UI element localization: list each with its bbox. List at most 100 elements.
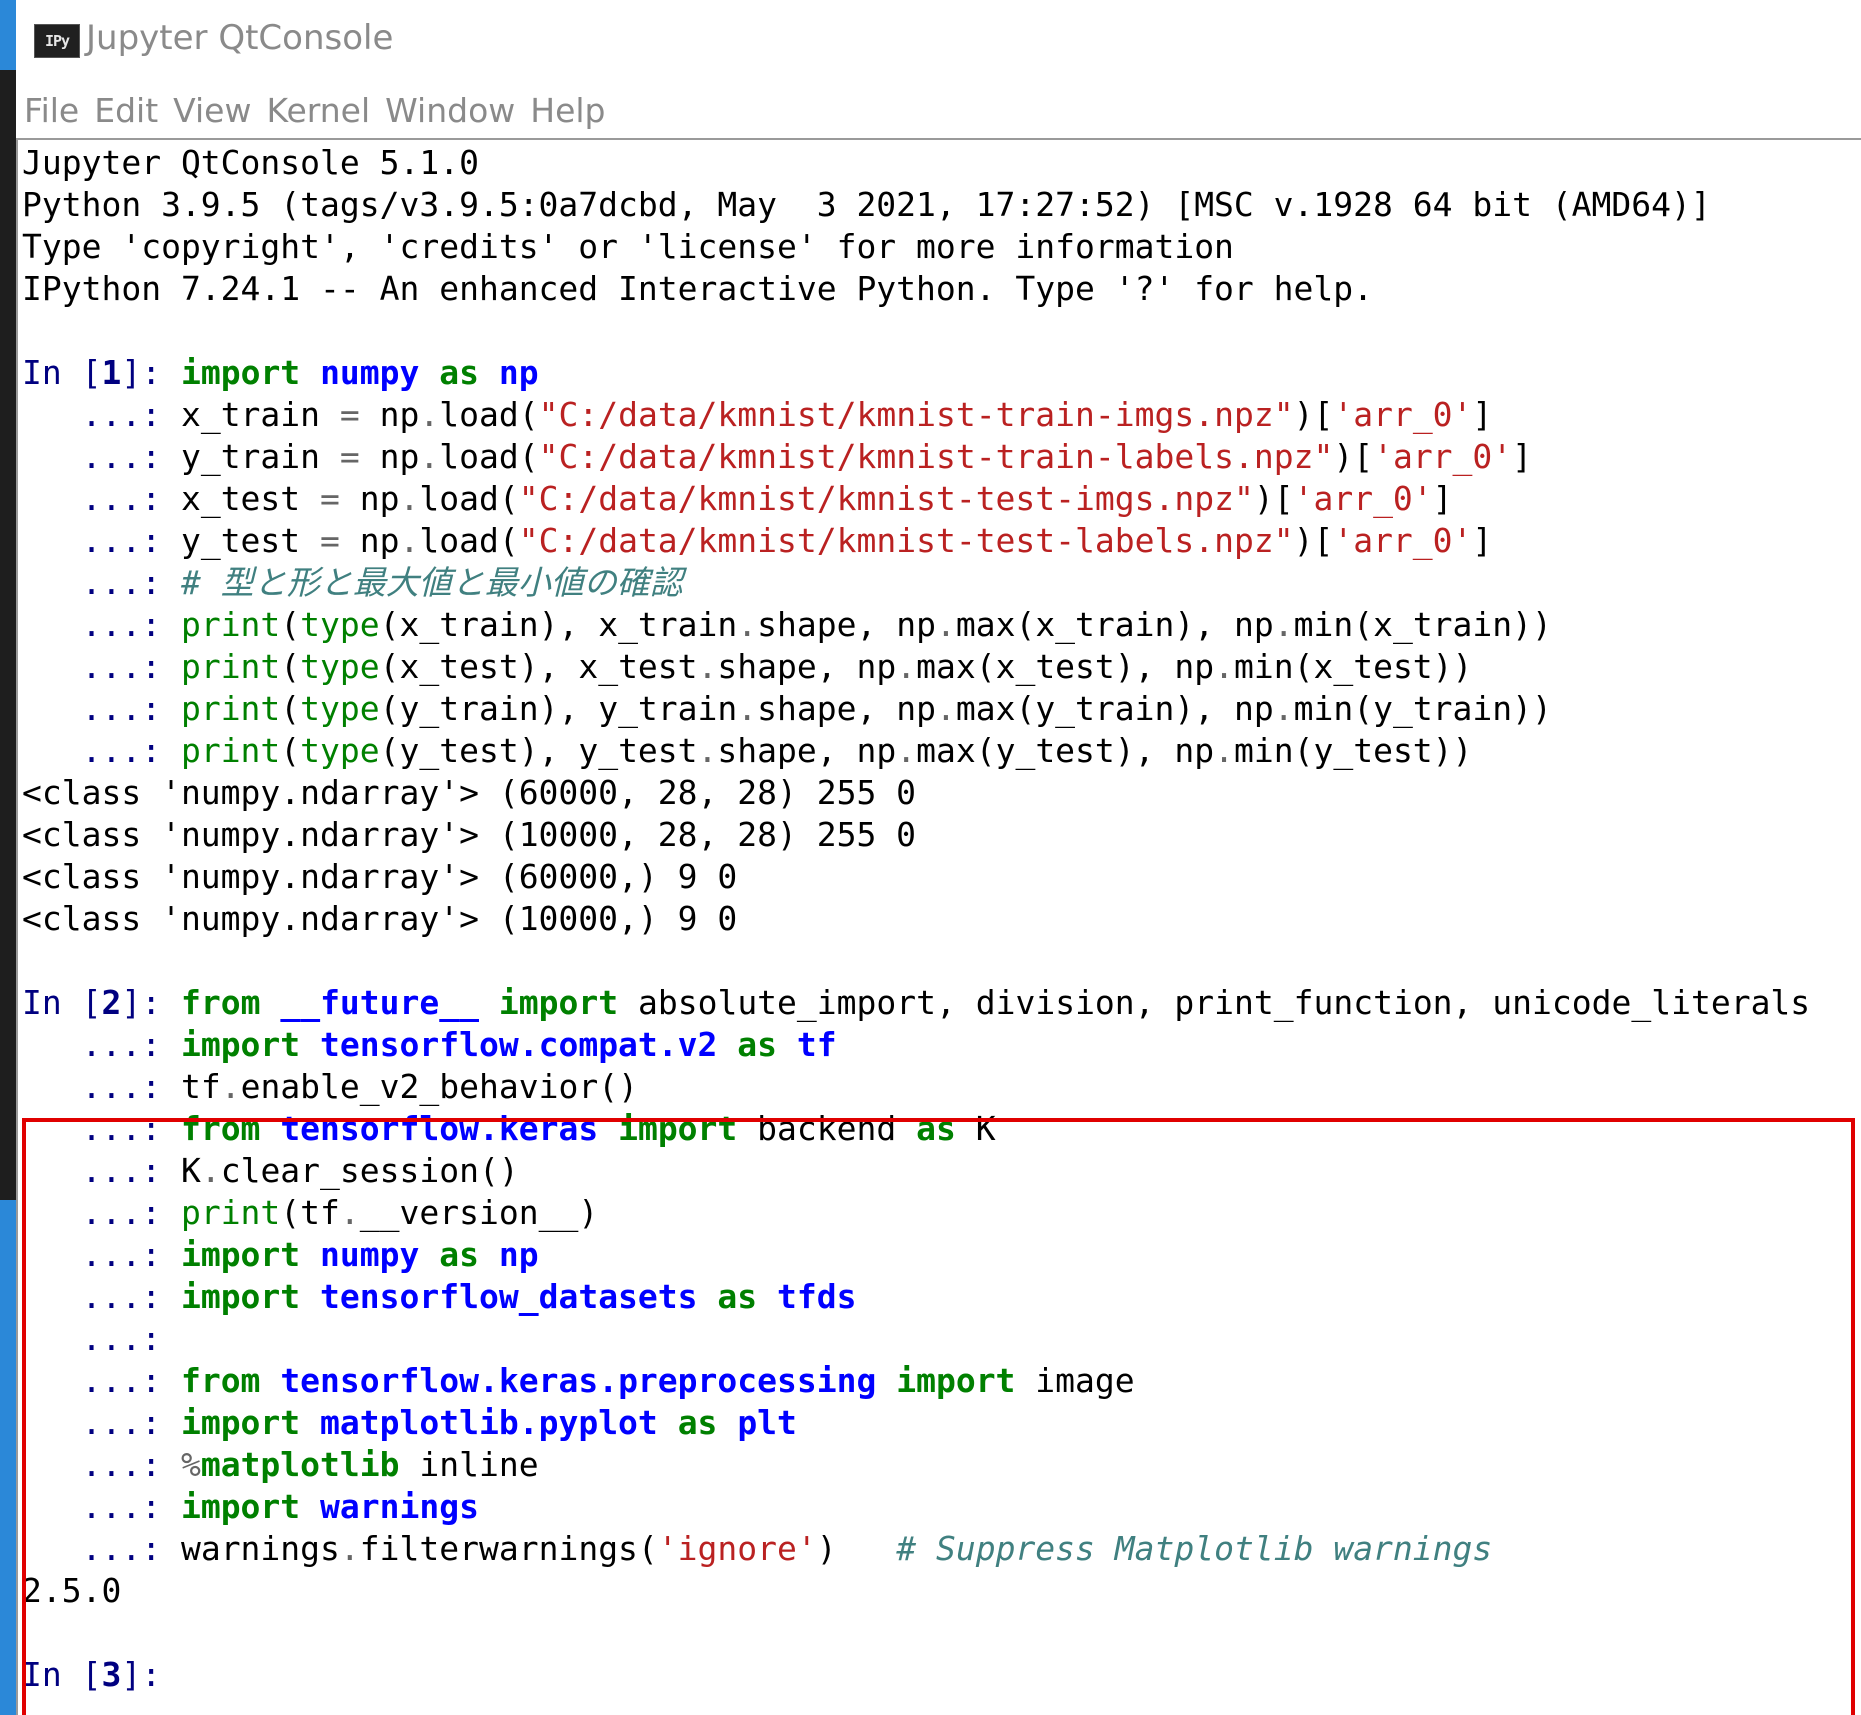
code-token: load( (419, 479, 519, 518)
continuation-prompt: ...: (22, 689, 181, 728)
code-token: 'arr_0' (1333, 395, 1473, 434)
code-token: matplotlib.pyplot (320, 1403, 658, 1442)
menu-edit[interactable]: Edit (94, 91, 158, 130)
code-token: . (339, 1529, 360, 1568)
menu-file[interactable]: File (24, 91, 79, 130)
background-window-strip (0, 0, 16, 1715)
code-token: from (180, 1361, 261, 1400)
code-token: as (677, 1403, 718, 1442)
code-token: max(y_test), np (916, 731, 1215, 770)
code-token: as (916, 1109, 956, 1148)
code-token: . (419, 395, 440, 434)
code-token: 'arr_0' (1293, 479, 1433, 518)
code-token: . (935, 605, 956, 644)
menu-kernel[interactable]: Kernel (266, 91, 370, 130)
menu-window[interactable]: Window (385, 91, 515, 130)
continuation-prompt: ...: (22, 1403, 181, 1442)
continuation-prompt: ...: (22, 1529, 181, 1568)
console-area[interactable]: Jupyter QtConsole 5.1.0 Python 3.9.5 (tag… (16, 138, 1861, 1715)
code-token: as (439, 353, 480, 392)
code-token: )[ (1293, 521, 1334, 560)
code-token: import (180, 353, 301, 392)
code-token: tfds (777, 1277, 857, 1316)
output-line: <class 'numpy.ndarray'> (10000, 28, 28) … (22, 815, 917, 854)
continuation-line: ...: (22, 1318, 1810, 1360)
continuation-prompt: ...: (22, 1319, 181, 1358)
console-text[interactable]: Jupyter QtConsole 5.1.0 Python 3.9.5 (tag… (22, 142, 1810, 1696)
code-token: max(x_train), np (955, 605, 1274, 644)
code-token: )[ (1253, 479, 1294, 518)
code-token: . (737, 605, 758, 644)
code-token: . (697, 647, 718, 686)
output-line: 2.5.0 (22, 1571, 122, 1610)
output-line: <class 'numpy.ndarray'> (60000,) 9 0 (22, 857, 738, 896)
code-token: min(x_test)) (1234, 647, 1473, 686)
code-token: print (180, 647, 281, 686)
code-token: shape, np (757, 605, 936, 644)
code-token: ( (280, 647, 301, 686)
code-token: absolute_import, division, print_functio… (618, 983, 1811, 1022)
in-prompt-close: ]: (121, 1655, 181, 1694)
menu-view[interactable]: View (173, 91, 251, 130)
code-token: load( (419, 521, 519, 560)
continuation-prompt: ...: (22, 1277, 181, 1316)
code-token: . (896, 647, 917, 686)
continuation-line: ...: # 型と形と最大値と最小値の確認 (22, 562, 1810, 604)
code-token: enable_v2_behavior() (240, 1067, 638, 1106)
continuation-line: ...: x_test = np.load("C:/data/kmnist/km… (22, 478, 1810, 520)
code-token: clear_session() (220, 1151, 519, 1190)
code-token: . (339, 1193, 360, 1232)
code-token: np (339, 521, 400, 560)
code-token: . (1214, 731, 1234, 770)
code-token: np (359, 395, 420, 434)
code-token: min(y_test)) (1234, 731, 1473, 770)
code-token: ( (280, 731, 301, 770)
code-token: import (618, 1109, 738, 1148)
code-token: )[ (1293, 395, 1334, 434)
code-token: (x_train), x_train (379, 605, 738, 644)
code-token: . (220, 1067, 241, 1106)
ipython-app-icon: IPy (34, 24, 80, 58)
code-token: ] (1512, 437, 1533, 476)
code-token: warnings (180, 1529, 340, 1568)
menu-help[interactable]: Help (530, 91, 605, 130)
in-prompt-close: ]: (121, 353, 181, 392)
code-token: from (180, 983, 261, 1022)
continuation-prompt: ...: (22, 1025, 181, 1064)
continuation-line: ...: import warnings (22, 1486, 1810, 1528)
code-token: . (399, 521, 420, 560)
cell-number: 1 (101, 353, 122, 392)
continuation-prompt: ...: (22, 479, 181, 518)
code-token: print (180, 605, 281, 644)
code-token: . (737, 689, 758, 728)
code-token: (y_test), y_test (379, 731, 698, 770)
code-token: ] (1432, 479, 1453, 518)
code-token: inline (399, 1445, 539, 1484)
cell-number: 2 (101, 983, 122, 1022)
title-bar[interactable]: IPy Jupyter QtConsole (16, 0, 1861, 82)
code-token: max(x_test), np (916, 647, 1215, 686)
code-token: as (439, 1235, 480, 1274)
code-token: (x_test), x_test (379, 647, 698, 686)
code-token: . (1214, 647, 1234, 686)
code-token: np (359, 437, 420, 476)
continuation-line: ...: from tensorflow.keras.preprocessing… (22, 1360, 1810, 1402)
banner-line: Jupyter QtConsole 5.1.0 (22, 143, 479, 182)
continuation-line: ...: import matplotlib.pyplot as plt (22, 1402, 1810, 1444)
code-token: . (896, 731, 917, 770)
code-token: ] (1472, 521, 1493, 560)
code-token: import (180, 1025, 301, 1064)
continuation-line: ...: %matplotlib inline (22, 1444, 1810, 1486)
code-token: from (180, 1109, 261, 1148)
continuation-prompt: ...: (22, 1067, 181, 1106)
